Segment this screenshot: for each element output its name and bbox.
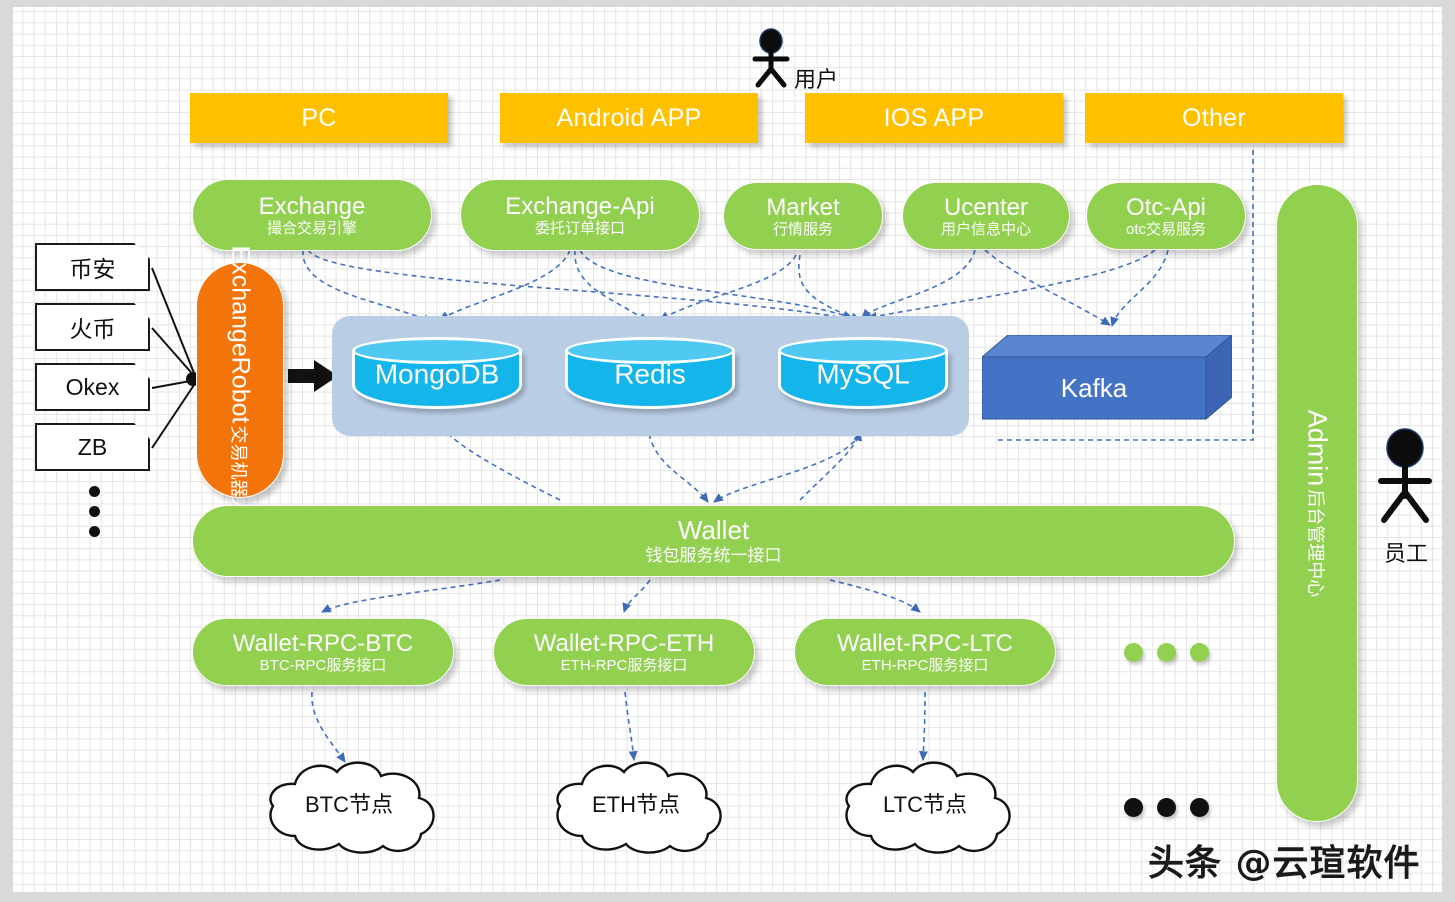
dot [89, 526, 100, 537]
service-exchange-api[interactable]: Exchange-Api 委托订单接口 [460, 179, 700, 251]
service-desc: ETH-RPC服务接口 [861, 656, 989, 674]
frame-right [1442, 0, 1455, 902]
service-name: Exchange-Api [505, 192, 655, 220]
service-desc: 撮合交易引擎 [266, 219, 357, 237]
service-ucenter[interactable]: Ucenter 用户信息中心 [902, 182, 1070, 250]
exchange-source-okex[interactable]: Okex [35, 363, 150, 411]
stick-figure-icon [1378, 428, 1432, 523]
dot [1157, 643, 1176, 662]
blockchain-node-ltc[interactable]: LTC节点 [827, 756, 1023, 856]
service-wallet-rpc-btc[interactable]: Wallet-RPC-BTC BTC-RPC服务接口 [192, 618, 454, 686]
service-desc: 后台管理中心 [1306, 488, 1326, 597]
actor-user: 用户 [750, 28, 838, 93]
service-desc: 行情服务 [772, 220, 833, 238]
dot [1124, 643, 1143, 662]
exchange-source-label: ZB [77, 433, 108, 460]
client-bar-pc[interactable]: PC [190, 93, 448, 143]
datastore-mongodb[interactable]: MongoDB [352, 337, 522, 409]
blockchain-node-label: LTC节点 [883, 791, 967, 817]
wallet-rpc-more-dots [1124, 643, 1209, 662]
service-admin[interactable]: Admin 后台管理中心 [1276, 184, 1358, 822]
dot [89, 486, 100, 497]
service-name: Otc-Api [1125, 193, 1206, 221]
service-wallet-rpc-ltc[interactable]: Wallet-RPC-LTC ETH-RPC服务接口 [794, 618, 1056, 686]
watermark: 头条 @云瑄软件 [1148, 843, 1421, 884]
frame-bottom [0, 892, 1455, 902]
client-bar-android[interactable]: Android APP [500, 93, 758, 143]
kafka-label: Kafka [1060, 372, 1128, 403]
service-market[interactable]: Market 行情服务 [723, 182, 883, 250]
blockchain-node-eth[interactable]: ETH节点 [538, 756, 734, 856]
robot-to-db-arrow [288, 360, 338, 392]
frame-top [0, 0, 1455, 7]
client-bar-ios[interactable]: IOS APP [805, 93, 1063, 143]
exchange-robot-name: ExchangeRobot [226, 245, 255, 423]
actor-staff-label: 员工 [1384, 541, 1429, 566]
service-admin-text: Admin 后台管理中心 [1302, 409, 1333, 597]
service-desc: 用户信息中心 [940, 220, 1031, 238]
diagram-canvas: 用户 PC Android APP IOS APP Other Exchange… [0, 0, 1455, 902]
client-bar-other[interactable]: Other [1085, 93, 1343, 143]
exchange-robot[interactable]: ExchangeRobot 交易机器人 [196, 245, 284, 515]
dot [1157, 798, 1176, 817]
stick-figure-icon [752, 28, 790, 88]
frame-left [0, 0, 13, 902]
blockchain-node-more-dots [1124, 798, 1209, 817]
datastore-label: MySQL [816, 358, 910, 390]
client-bar-label: PC [301, 103, 337, 132]
exchange-source-more-dots [89, 486, 100, 537]
dot [89, 506, 100, 517]
exchange-robot-desc: 交易机器人 [229, 424, 249, 515]
service-name: Ucenter [943, 193, 1029, 221]
service-name: Exchange [258, 192, 366, 220]
message-queue-kafka[interactable]: Kafka [982, 335, 1232, 425]
service-wallet-rpc-eth[interactable]: Wallet-RPC-ETH ETH-RPC服务接口 [493, 618, 755, 686]
datastore-label: MongoDB [374, 358, 500, 390]
service-name: Wallet-RPC-ETH [533, 629, 715, 657]
service-desc: otc交易服务 [1125, 220, 1206, 238]
client-bar-label: Other [1181, 103, 1247, 132]
actor-staff: 员工 [1376, 428, 1434, 566]
actor-user-label: 用户 [794, 67, 839, 92]
service-wallet[interactable]: Wallet 钱包服务统一接口 [192, 505, 1235, 577]
service-desc: BTC-RPC服务接口 [259, 656, 387, 674]
exchange-source-label: 火币 [69, 316, 116, 342]
service-name: Wallet-RPC-BTC [232, 629, 414, 657]
blockchain-node-btc[interactable]: BTC节点 [251, 756, 447, 856]
exchange-source-huobi[interactable]: 火币 [35, 303, 150, 351]
exchange-source-zb[interactable]: ZB [35, 423, 150, 471]
client-bar-label: Android APP [556, 103, 702, 132]
service-name: Wallet-RPC-LTC [836, 629, 1013, 657]
exchange-robot-text: ExchangeRobot 交易机器人 [226, 245, 255, 515]
datastore-redis[interactable]: Redis [565, 337, 735, 409]
service-name: Market [766, 193, 840, 221]
blockchain-node-label: BTC节点 [304, 791, 393, 817]
service-exchange[interactable]: Exchange 撮合交易引擎 [192, 179, 432, 251]
service-desc: 委托订单接口 [534, 219, 625, 237]
exchange-source-binance[interactable]: 币安 [35, 243, 150, 291]
exchange-source-label: Okex [65, 373, 120, 400]
service-name: Wallet [677, 515, 750, 546]
service-otc-api[interactable]: Otc-Api otc交易服务 [1086, 182, 1246, 250]
datastore-mysql[interactable]: MySQL [778, 337, 948, 409]
dot [1190, 798, 1209, 817]
dot [1124, 798, 1143, 817]
client-bar-label: IOS APP [883, 103, 985, 132]
service-name: Admin [1302, 409, 1333, 486]
dot [1190, 643, 1209, 662]
datastore-label: Redis [614, 358, 686, 390]
exchange-source-label: 币安 [69, 256, 116, 282]
service-desc: ETH-RPC服务接口 [560, 656, 688, 674]
service-desc: 钱包服务统一接口 [645, 545, 782, 565]
blockchain-node-label: ETH节点 [591, 791, 680, 817]
